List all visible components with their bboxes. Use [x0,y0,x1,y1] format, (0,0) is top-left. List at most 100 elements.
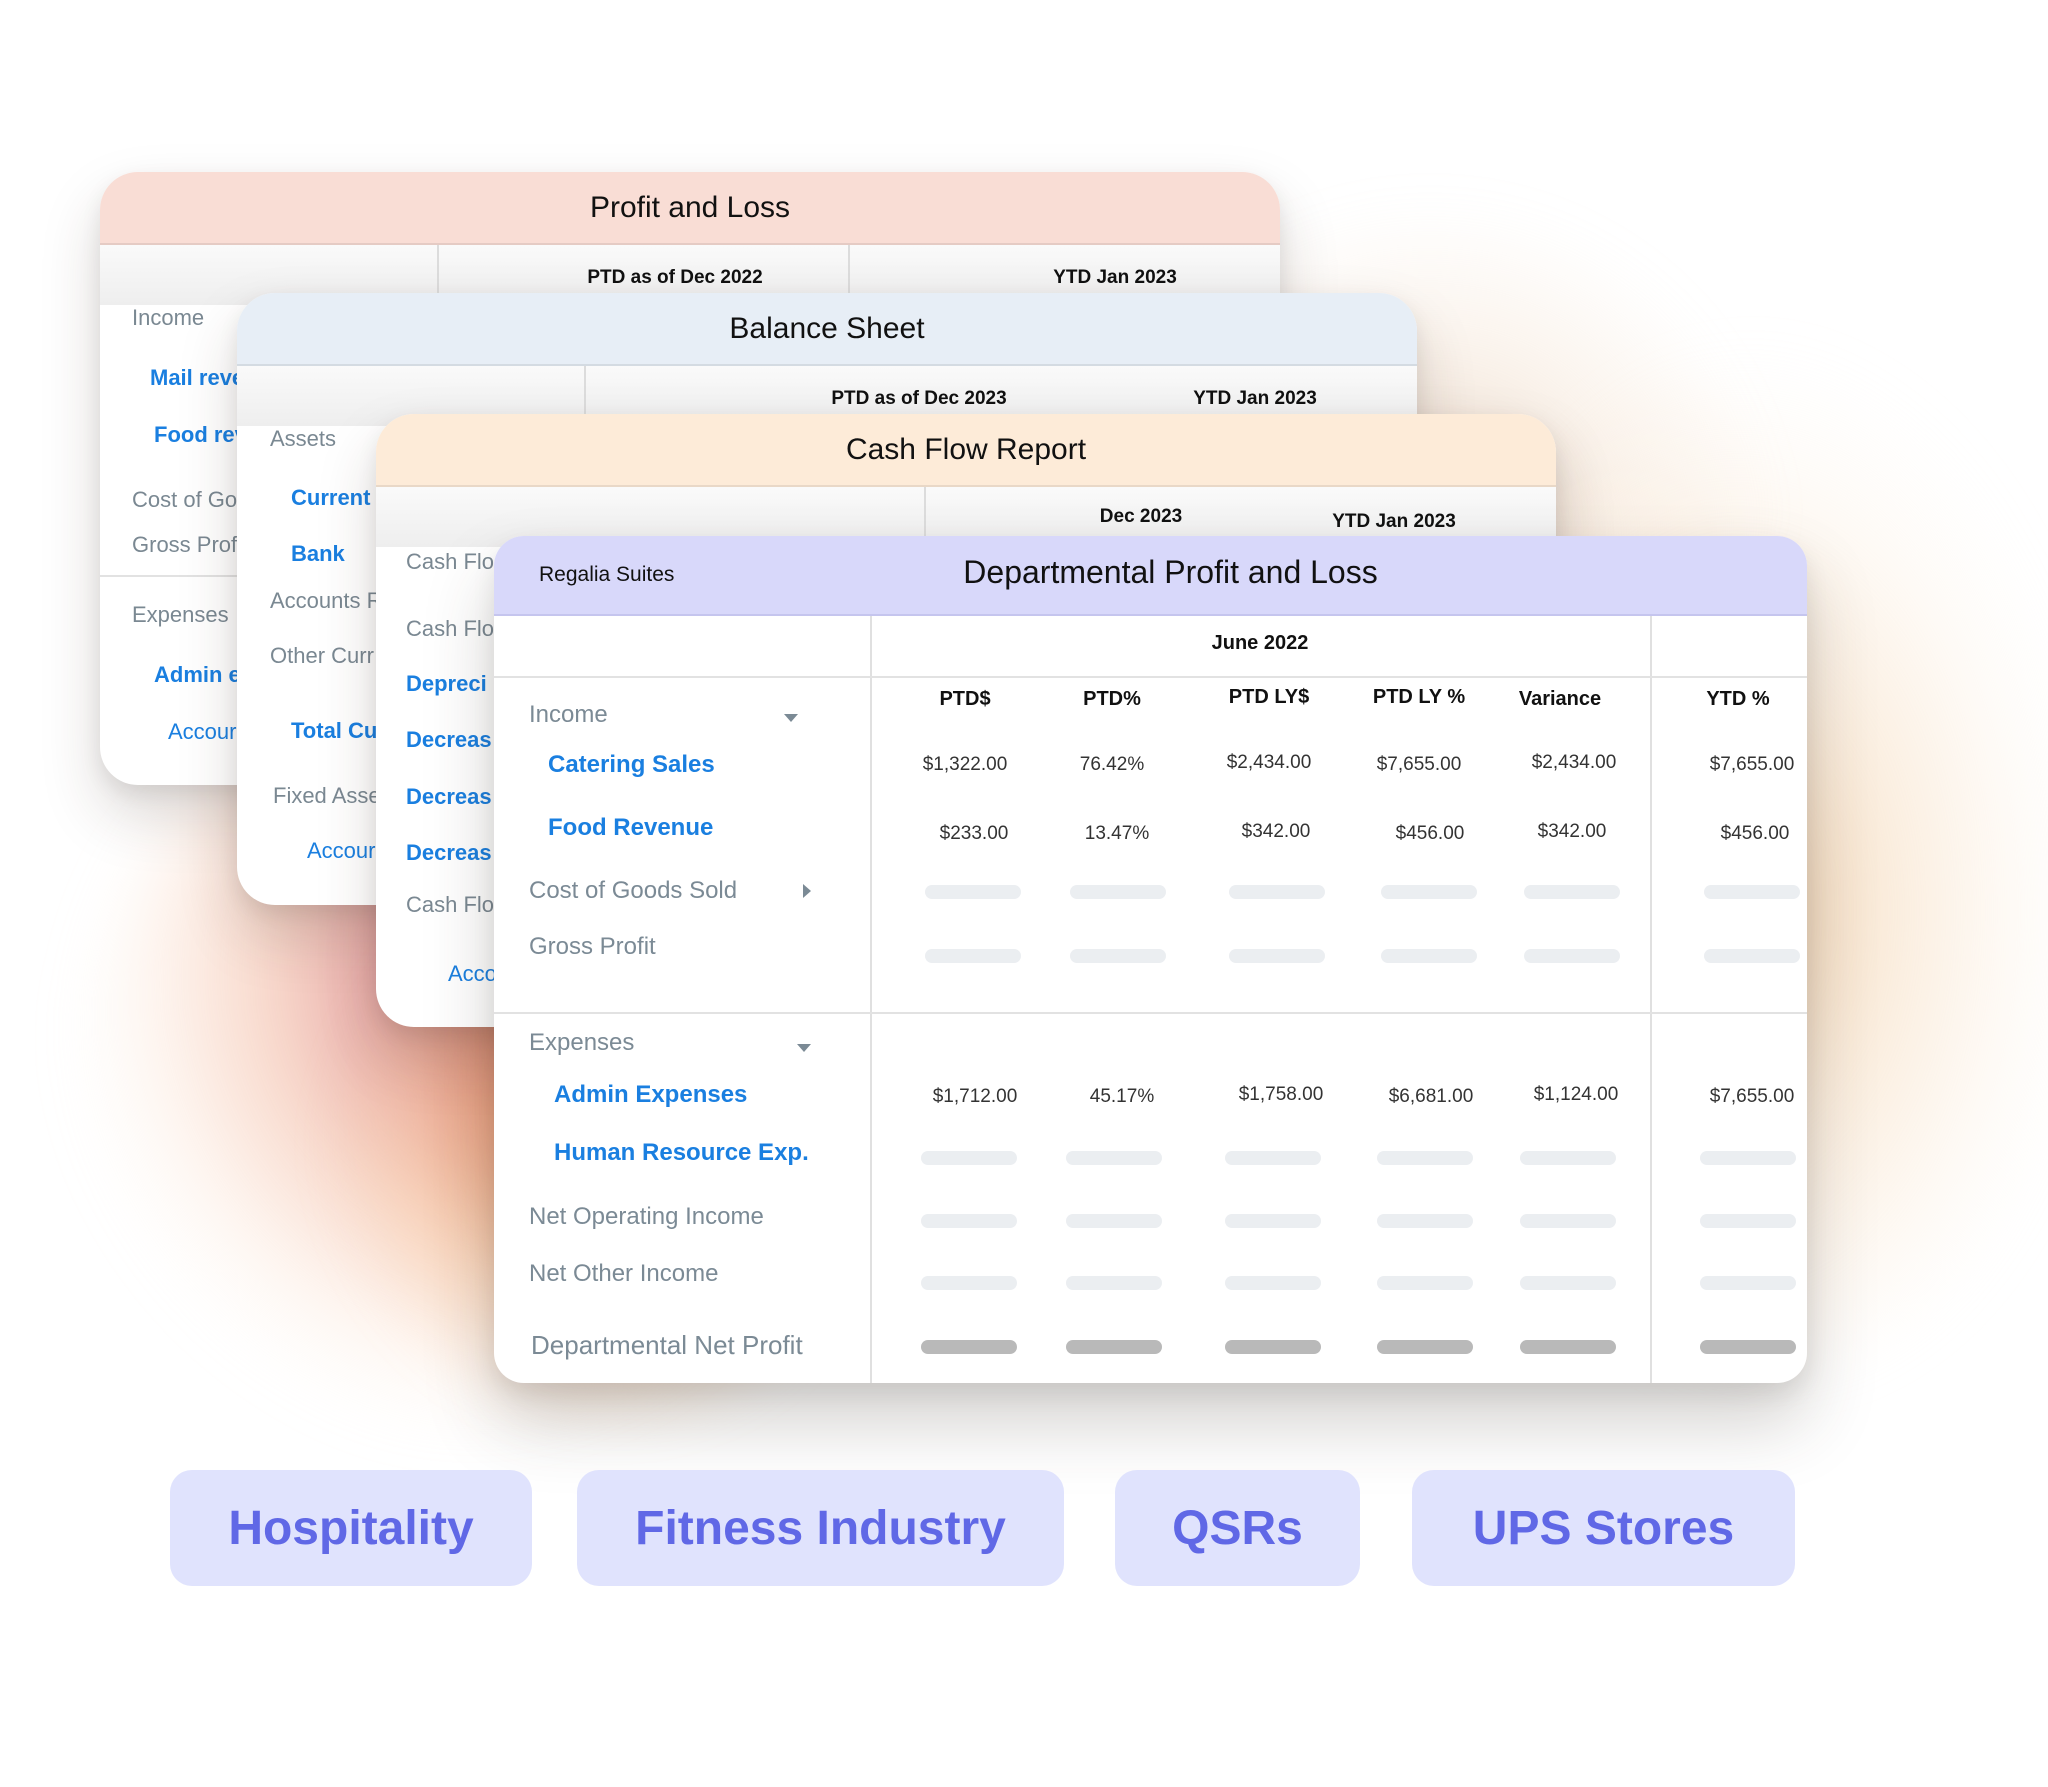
row-label: Cash Flo [406,549,495,574]
industry-button-fitness-industry[interactable]: Fitness Industry [577,1470,1064,1586]
placeholder-bar [1700,1214,1796,1228]
placeholder-bar [1700,1340,1796,1354]
industry-button-ups-stores[interactable]: UPS Stores [1412,1470,1795,1586]
placeholder-bar [1377,1151,1473,1165]
cell-value: $342.00 [1241,821,1311,842]
row-label-cost-of-goods-sold: Cost of Goods Sold [529,877,738,904]
row-label: Gross Prof [132,532,238,557]
chevron-right-icon[interactable] [803,884,811,898]
cell-value: 45.17% [1089,1086,1155,1107]
row-label: Accounts R [270,588,383,613]
placeholder-bar [921,1214,1017,1228]
row-label: Expenses [132,602,229,627]
column-header-ytd-percent: YTD % [1706,688,1770,710]
cell-value: $1,712.00 [932,1086,1018,1107]
cash-flow-title: Cash Flow Report [376,414,1556,487]
row-label[interactable]: Food rev [154,422,247,448]
placeholder-bar [921,1151,1017,1165]
placeholder-bar [1377,1276,1473,1290]
cell-value: $1,322.00 [922,754,1008,775]
cell-value: 13.47% [1084,823,1150,844]
row-label[interactable]: Mail reve [150,365,244,391]
column-divider [1650,616,1652,1383]
placeholder-bar [1381,885,1477,899]
departmental-profit-loss-card[interactable]: Regalia Suites Departmental Profit and L… [494,536,1807,1383]
cell-value: $233.00 [939,823,1009,844]
placeholder-bar [1700,1276,1796,1290]
column-header-ptd-dollar: PTD$ [939,688,991,710]
chevron-down-icon[interactable] [797,1044,811,1052]
row-label[interactable]: Acco [448,961,497,987]
placeholder-bar [925,885,1021,899]
column-header-variance: Variance [1518,688,1602,710]
cell-value: $456.00 [1395,823,1465,844]
row-label-admin-expenses[interactable]: Admin Expenses [554,1081,747,1109]
row-label[interactable]: Decreas [406,840,492,866]
placeholder-bar [1524,885,1620,899]
row-label: Assets [270,426,337,451]
cell-value: $2,434.00 [1531,752,1617,773]
profit-loss-title: Profit and Loss [100,172,1280,245]
placeholder-bar [1520,1151,1616,1165]
row-label[interactable]: Accour [307,838,375,864]
placeholder-bar [1520,1214,1616,1228]
column-header: YTD Jan 2023 [1053,267,1177,288]
cell-value: $6,681.00 [1388,1086,1474,1107]
cell-value: $7,655.00 [1709,1086,1795,1107]
balance-sheet-title: Balance Sheet [237,293,1417,366]
column-header-ptd-percent: PTD% [1083,688,1141,710]
cell-value: 76.42% [1079,754,1145,775]
column-divider [870,616,872,1383]
row-label[interactable]: Admin e [154,662,241,688]
column-header-ptd-ly-dollar: PTD LY$ [1228,686,1310,708]
placeholder-bar [921,1276,1017,1290]
placeholder-bar [1225,1151,1321,1165]
section-divider [494,1012,1807,1014]
row-label-gross-profit: Gross Profit [529,933,656,960]
row-label-net-operating-income: Net Operating Income [529,1203,764,1230]
placeholder-bar [1225,1214,1321,1228]
placeholder-bar [1225,1340,1321,1354]
industry-button-qsrs[interactable]: QSRs [1115,1470,1360,1586]
cell-value: $456.00 [1720,823,1790,844]
placeholder-bar [1377,1340,1473,1354]
industry-button-hospitality[interactable]: Hospitality [170,1470,532,1586]
placeholder-bar [1700,1151,1796,1165]
row-label[interactable]: Accour [168,719,236,745]
placeholder-bar [1704,885,1800,899]
report-title: Departmental Profit and Loss [963,554,1378,590]
row-label-catering-sales[interactable]: Catering Sales [548,751,715,779]
placeholder-bar [921,1340,1017,1354]
row-label-expenses: Expenses [529,1029,635,1056]
row-divider [494,676,1807,678]
column-header-ptd-ly-percent: PTD LY % [1372,686,1466,708]
column-header: Dec 2023 [1099,506,1183,527]
column-header: YTD Jan 2023 [1193,388,1317,409]
row-label-human-resource-exp[interactable]: Human Resource Exp. [554,1139,809,1167]
chevron-down-icon[interactable] [784,714,798,722]
placeholder-bar [1520,1340,1616,1354]
row-label: Cash Flo [406,892,495,917]
cell-value: $7,655.00 [1709,754,1795,775]
row-label[interactable]: Decreas [406,784,492,810]
placeholder-bar [1070,885,1166,899]
cell-value: $2,434.00 [1226,752,1312,773]
cell-value: $1,758.00 [1238,1084,1324,1105]
row-label: Cost of Go [132,487,238,512]
placeholder-bar [1066,1276,1162,1290]
column-header: PTD as of Dec 2023 [831,388,1007,409]
row-label[interactable]: Total Cur [291,718,386,744]
placeholder-bar [1381,949,1477,963]
placeholder-bar [1066,1340,1162,1354]
placeholder-bar [1520,1276,1616,1290]
placeholder-bar [1225,1276,1321,1290]
placeholder-bar [1070,949,1166,963]
cell-value: $7,655.00 [1376,754,1462,775]
period-label: June 2022 [1211,632,1309,654]
row-label[interactable]: Bank [291,541,345,567]
row-label[interactable]: Decreas [406,727,492,753]
row-label[interactable]: Depreci [406,671,487,697]
row-label-departmental-net-profit: Departmental Net Profit [531,1330,803,1360]
row-label-food-revenue[interactable]: Food Revenue [548,814,713,842]
cell-value: $1,124.00 [1533,1084,1619,1105]
